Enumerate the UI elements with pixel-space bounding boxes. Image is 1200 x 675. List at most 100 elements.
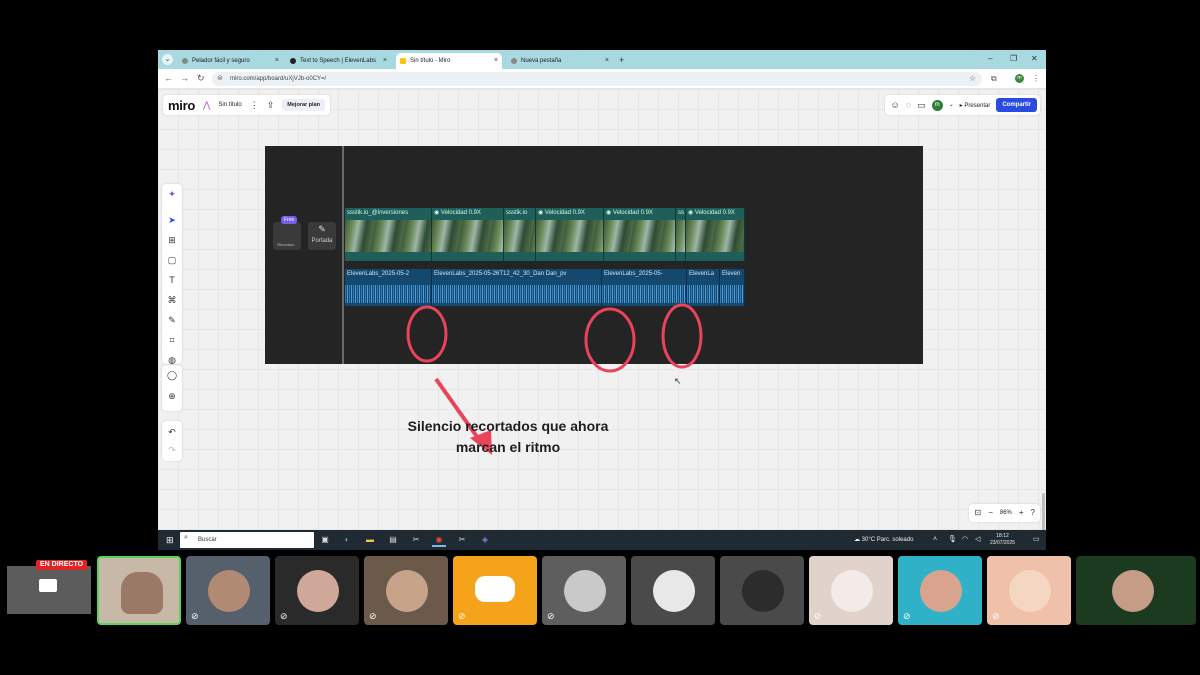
site-info-icon[interactable]: ⊜ xyxy=(217,75,223,83)
elevenlabs-favicon-icon xyxy=(290,58,296,64)
globe-icon xyxy=(511,58,517,64)
globe-icon xyxy=(182,58,188,64)
muted-mic-icon: ⊘ xyxy=(280,611,288,621)
extensions-icon[interactable]: ⧉ xyxy=(991,73,997,84)
forward-arrow-icon[interactable]: → xyxy=(180,73,189,84)
muted-mic-icon: ⊘ xyxy=(191,611,199,621)
tab-close-icon[interactable]: × xyxy=(275,53,279,69)
participant-tile[interactable] xyxy=(720,556,804,625)
participants-strip: ⊘ ⊘ ⊘ ⊘ ⊘ ⊘ ⊘ ⊘ xyxy=(0,556,1200,626)
tab-search-chevron-icon[interactable]: ⌄ xyxy=(162,54,173,65)
file-explorer-icon[interactable]: ▬ xyxy=(363,533,377,547)
new-tab-button[interactable]: + xyxy=(619,53,624,67)
tab-close-icon[interactable]: × xyxy=(494,53,498,69)
participant-avatar xyxy=(920,570,962,612)
reload-icon[interactable]: ↻ xyxy=(197,73,205,84)
network-icon[interactable]: ◠ xyxy=(962,530,968,550)
participant-tile-speaking[interactable] xyxy=(97,556,181,625)
participant-video xyxy=(208,570,250,612)
participant-tile[interactable]: ⊘ xyxy=(898,556,982,625)
participant-tile[interactable]: ⊘ xyxy=(364,556,448,625)
discord-logo-icon xyxy=(475,576,515,602)
highlight-circle xyxy=(661,303,703,369)
back-arrow-icon[interactable]: ← xyxy=(164,73,173,84)
participant-avatar xyxy=(831,570,873,612)
volume-icon[interactable]: ◁ xyxy=(975,530,980,550)
zoom-in-icon[interactable]: + xyxy=(1019,507,1024,519)
task-view-icon[interactable]: ▣ xyxy=(318,533,332,547)
windows-taskbar: ⊞ ⌕ Buscar ▣ ◐ ▬ ▤ ✂ ◉ ✂ ◈ ☁ 30°C Parc. … xyxy=(158,530,1046,550)
muted-mic-icon: ⊘ xyxy=(903,611,911,621)
address-bar: ← → ↻ ⊜ miro.com/app/board/uXjVJb-o0CY=/… xyxy=(158,69,1046,89)
windows-start-icon[interactable]: ⊞ xyxy=(166,535,174,545)
maximize-button[interactable]: ❐ xyxy=(1010,53,1017,65)
tab-elevenlabs[interactable]: Text to Speech | ElevenLabs × xyxy=(286,53,391,69)
tab-close-icon[interactable]: × xyxy=(605,53,609,69)
tab-miro[interactable]: Sin título - Miro × xyxy=(396,53,502,69)
capcut-icon-2[interactable]: ✂ xyxy=(455,533,469,547)
clock-date: 23/07/2025 xyxy=(990,540,1016,546)
participant-tile[interactable]: ⊘ xyxy=(987,556,1071,625)
participant-tile[interactable] xyxy=(631,556,715,625)
taskbar-clock[interactable]: 18:12 23/07/2025 xyxy=(990,533,1015,547)
tab-bar: ⌄ Pelador fácil y seguro × Text to Speec… xyxy=(158,50,1046,69)
muted-mic-icon: ⊘ xyxy=(814,611,822,621)
browser-window: ⌄ Pelador fácil y seguro × Text to Speec… xyxy=(158,50,1046,550)
fit-to-screen-icon[interactable]: ⊡ xyxy=(974,507,981,519)
tab-close-icon[interactable]: × xyxy=(383,53,387,69)
weather-widget[interactable]: ☁ 30°C Parc. soleado xyxy=(854,530,913,550)
close-window-button[interactable]: ✕ xyxy=(1031,53,1038,65)
muted-mic-icon: ⊘ xyxy=(547,611,555,621)
muted-mic-icon: ⊘ xyxy=(369,611,377,621)
tab-pelador[interactable]: Pelador fácil y seguro × xyxy=(178,53,283,69)
highlight-circle xyxy=(584,307,636,373)
participant-tile[interactable]: ⊘ xyxy=(186,556,270,625)
participant-tile-discord[interactable]: ⊘ xyxy=(453,556,537,625)
annotation-text[interactable]: Silencio recortados que ahora marcan el … xyxy=(378,416,638,458)
zoom-level[interactable]: 86% xyxy=(1000,510,1012,516)
capcut-icon[interactable]: ✂ xyxy=(409,533,423,547)
participant-tile[interactable]: ⊘ xyxy=(275,556,359,625)
participant-tile-streamer[interactable] xyxy=(1076,556,1196,625)
participant-video xyxy=(386,570,428,612)
participant-avatar xyxy=(653,570,695,612)
participant-tile[interactable]: ⊘ xyxy=(542,556,626,625)
highlight-circle xyxy=(406,305,448,363)
search-icon: ⌕ xyxy=(184,534,188,541)
miro-board-canvas[interactable]: miro ⋀ Sin título ⋮ ⇪ Mejorar plan ☺ ◌ ▭… xyxy=(158,89,1046,550)
app-icon[interactable]: ◈ xyxy=(478,533,492,547)
tab-label: Nueva pestaña xyxy=(521,58,562,64)
muted-mic-icon: ⊘ xyxy=(458,611,466,621)
chrome-icon[interactable]: ◉ xyxy=(432,533,446,547)
store-icon[interactable]: ▤ xyxy=(386,533,400,547)
tab-label: Text to Speech | ElevenLabs xyxy=(300,58,376,64)
taskbar-search-input[interactable]: ⌕ Buscar xyxy=(180,532,314,548)
participant-tile[interactable]: ⊘ xyxy=(809,556,893,625)
browser-menu-icon[interactable]: ⋮ xyxy=(1032,73,1040,84)
zoom-out-icon[interactable]: − xyxy=(988,507,993,519)
clock-time: 18:12 xyxy=(996,533,1009,539)
zoom-panel: ⊡ − 86% + ? xyxy=(969,504,1040,522)
participant-video xyxy=(121,572,163,614)
search-placeholder: Buscar xyxy=(198,537,217,543)
participant-video xyxy=(1112,570,1154,612)
stream-frame: ⌄ Pelador fácil y seguro × Text to Speec… xyxy=(0,0,1200,675)
notifications-icon[interactable]: ▭ xyxy=(1033,530,1040,550)
miro-favicon-icon xyxy=(400,58,406,64)
minimize-button[interactable]: – xyxy=(988,53,992,65)
url-input[interactable]: ⊜ miro.com/app/board/uXjVJb-o0CY=/ ☆ xyxy=(212,72,982,86)
bookmark-star-icon[interactable]: ☆ xyxy=(969,72,976,86)
tab-label: Sin título - Miro xyxy=(410,58,451,64)
tray-chevron-icon[interactable]: ˄ xyxy=(933,530,937,550)
participant-avatar xyxy=(564,570,606,612)
participant-video xyxy=(297,570,339,612)
help-icon[interactable]: ? xyxy=(1031,507,1035,519)
participant-avatar xyxy=(742,570,784,612)
url-text: miro.com/app/board/uXjVJb-o0CY=/ xyxy=(230,76,327,82)
annotation-drawing[interactable] xyxy=(158,89,1046,530)
profile-avatar[interactable]: m xyxy=(1015,74,1024,83)
tab-new-page[interactable]: Nueva pestaña × xyxy=(507,53,613,69)
tab-label: Pelador fácil y seguro xyxy=(192,58,250,64)
microphone-icon[interactable]: 🎙 xyxy=(948,530,957,550)
edge-icon[interactable]: ◐ xyxy=(340,533,354,547)
